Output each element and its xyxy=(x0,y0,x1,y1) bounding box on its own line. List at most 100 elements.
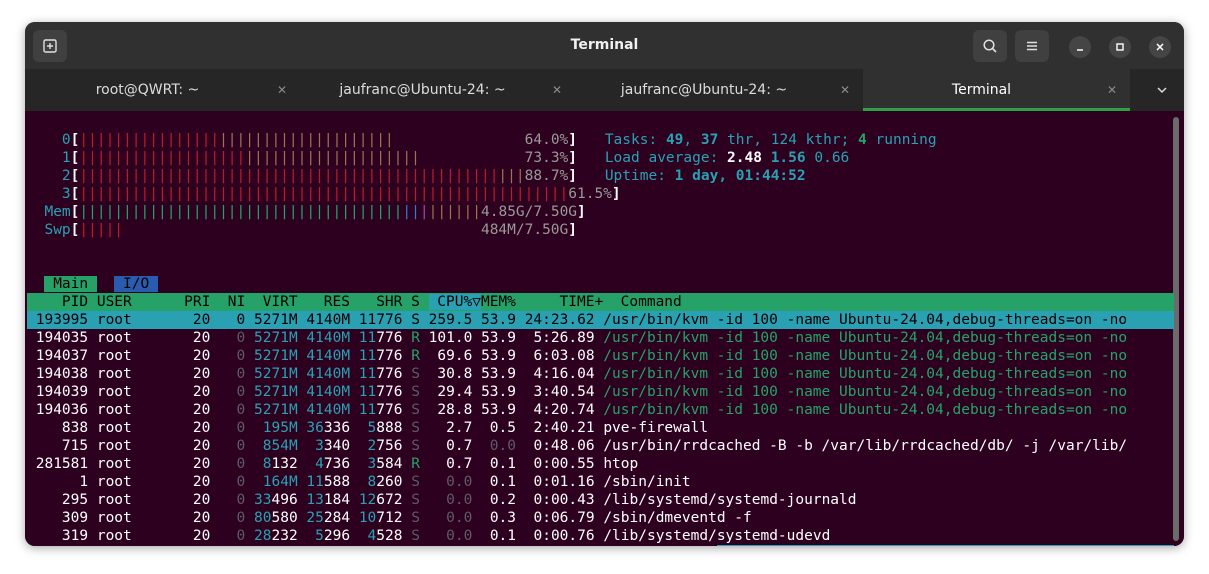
tab-bar: root@QWRT: ~ ✕ jaufranc@Ubuntu-24: ~ ✕ j… xyxy=(25,69,1184,111)
menu-button[interactable] xyxy=(1015,30,1049,62)
tab-list-button[interactable] xyxy=(1150,69,1174,111)
tab-label: Terminal xyxy=(951,82,1012,98)
tab-close-icon[interactable]: ✕ xyxy=(549,69,565,111)
search-button[interactable] xyxy=(973,30,1007,62)
htop-terminal[interactable]: 0[|||||||||||||||||||||||||||||||||||| 6… xyxy=(25,111,1184,546)
virt-memory: 5271 xyxy=(254,330,289,346)
close-icon xyxy=(1156,43,1164,51)
command: pve-firewall xyxy=(603,420,709,436)
tab-jaufranc-ubuntu-2[interactable]: jaufranc@Ubuntu-24: ~ ✕ xyxy=(575,69,863,111)
table-row[interactable]: 1 root 20 0 164M 11588 8260 S 0.0 0.1 0:… xyxy=(27,473,690,491)
table-row[interactable]: 194039 root 20 0 5271M 4140M 11776 S 29.… xyxy=(27,383,1127,401)
cpu-time: 3:40.54 xyxy=(524,384,595,400)
terminal-scrollbar[interactable] xyxy=(1173,117,1179,541)
table-row[interactable]: 715 root 20 0 854M 3340 2756 S 0.7 0.0 0… xyxy=(27,437,1127,455)
meter-bracket: ] xyxy=(568,168,578,184)
tasks-count: 49 xyxy=(665,132,684,148)
virt-memory: 5271 xyxy=(254,384,289,400)
meter-bar-red: ||||| xyxy=(79,222,124,238)
table-row[interactable]: 309 root 20 0 80580 25284 10712 S 0.0 0.… xyxy=(27,509,752,527)
meter-bracket: ] xyxy=(568,222,578,238)
command: /usr/bin/rrdcached -B -b /var/lib/rrdcac… xyxy=(603,438,1128,454)
cpu-percent: 30.8 xyxy=(428,366,473,382)
tab-root-qwrt[interactable]: root@QWRT: ~ ✕ xyxy=(25,69,300,111)
view-tab-main[interactable]: Main xyxy=(44,276,97,292)
table-row[interactable]: 194037 root 20 0 5271M 4140M 11776 R 69.… xyxy=(27,347,1127,365)
cpu-time: 24:23.62 xyxy=(524,312,595,328)
cpu-time: 2:40.21 xyxy=(524,420,595,436)
shared-memory: 10 xyxy=(358,510,377,526)
column-headers: PID USER PRI NI VIRT RES SHR S xyxy=(27,294,429,310)
cpu-percent: 0.0 xyxy=(428,492,473,508)
window-title: Terminal xyxy=(570,37,639,53)
virt-memory: 5271 xyxy=(254,366,289,382)
res-memory: 296 xyxy=(323,528,351,544)
meter-1: 1[||||||||||||||||||||||||||||||||||||||… xyxy=(27,149,577,167)
res-memory: 11 xyxy=(306,474,324,490)
nice: 0 xyxy=(219,492,246,508)
column-cpu-sorted[interactable]: CPU%▽ xyxy=(428,294,481,310)
view-tab-io[interactable]: I/O xyxy=(114,276,158,292)
tab-jaufranc-ubuntu-1[interactable]: jaufranc@Ubuntu-24: ~ ✕ xyxy=(300,69,575,111)
meter-label: 0 xyxy=(27,132,71,148)
res-memory: M xyxy=(341,366,351,382)
cpu-percent: 0.0 xyxy=(428,510,473,526)
shared-memory: 776 xyxy=(376,384,403,400)
meter-bar-yellow: ||| xyxy=(498,168,525,184)
tab-close-icon[interactable]: ✕ xyxy=(837,69,853,111)
meter-0: 0[|||||||||||||||||||||||||||||||||||| 6… xyxy=(27,131,577,149)
virt-memory: 80 xyxy=(254,510,272,526)
table-row[interactable]: 194035 root 20 0 5271M 4140M 11776 R 101… xyxy=(27,329,1127,347)
shared-memory: 528 xyxy=(376,528,403,544)
tab-terminal[interactable]: Terminal ✕ xyxy=(863,69,1130,111)
res-memory: 340 xyxy=(323,438,351,454)
tab-close-icon[interactable]: ✕ xyxy=(1104,69,1120,111)
cpu-percent: 259.5 xyxy=(428,312,473,328)
close-window-button[interactable] xyxy=(1149,36,1171,58)
priority: 20 xyxy=(175,528,211,544)
maximize-button[interactable] xyxy=(1109,36,1131,58)
meter-mem: Mem[||||||||||||||||||||||||||||||||||||… xyxy=(27,203,585,221)
shared-memory: 3 xyxy=(358,456,377,472)
meter-value: 88.7% xyxy=(524,168,569,184)
meter-bar-yellow: |||||||||||||||||||| xyxy=(245,150,420,166)
table-row[interactable]: 319 root 20 0 28232 5296 4528 S 0.0 0.1 … xyxy=(27,527,830,545)
nice: 0 xyxy=(219,438,246,454)
user: root xyxy=(96,438,176,454)
load-label: Load average: xyxy=(604,150,728,166)
minimize-button[interactable] xyxy=(1069,36,1091,58)
nice: 0 xyxy=(219,420,246,436)
user: root xyxy=(96,348,176,364)
table-row[interactable]: 281581 root 20 0 8132 4736 3584 R 0.7 0.… xyxy=(27,455,639,473)
table-row[interactable]: 194036 root 20 0 5271M 4140M 11776 S 28.… xyxy=(27,401,1127,419)
tab-close-icon[interactable]: ✕ xyxy=(274,69,290,111)
cpu-time: 0:00.76 xyxy=(524,528,595,544)
table-row[interactable]: 838 root 20 0 195M 36336 5888 S 2.7 0.5 … xyxy=(27,419,708,437)
shared-memory: 11 xyxy=(358,348,377,364)
selected-process-row[interactable]: 193995 root 20 0 5271M 4140M 11776 S 259… xyxy=(27,311,1174,329)
table-row[interactable]: 295 root 20 0 33496 13184 12672 S 0.0 0.… xyxy=(27,491,857,509)
priority: 20 xyxy=(175,366,211,382)
table-row[interactable]: 194038 root 20 0 5271M 4140M 11776 S 30.… xyxy=(27,365,1127,383)
new-tab-button[interactable] xyxy=(33,30,67,62)
cpu-percent: 0.0 xyxy=(428,474,473,490)
res-memory: 3 xyxy=(306,438,324,454)
meter-bracket: ] xyxy=(568,150,578,166)
cpu-time: 0:48.06 xyxy=(524,438,595,454)
new-tab-icon xyxy=(43,39,57,53)
